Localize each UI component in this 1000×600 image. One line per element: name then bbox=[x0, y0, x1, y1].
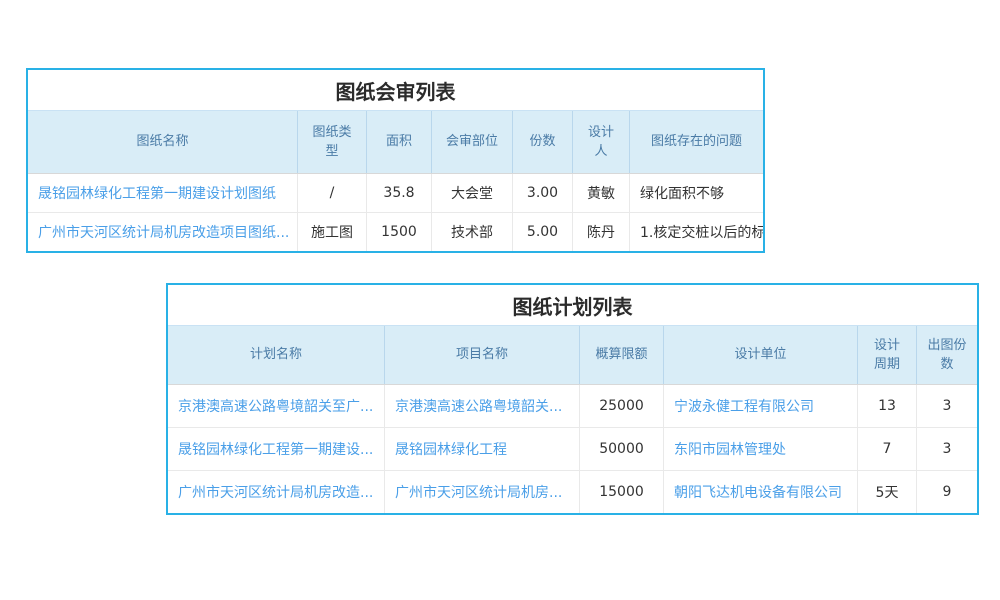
cell-copies: 5.00 bbox=[513, 213, 573, 251]
drawing-plan-table: 图纸计划列表 计划名称 项目名称 概算限额 设计单位 设计周期 出图份数 京港澳… bbox=[166, 283, 979, 515]
table-row: 晟铭园林绿化工程第一期建设计划图纸 / 35.8 大会堂 3.00 黄敏 绿化面… bbox=[28, 174, 763, 213]
drawing-review-title: 图纸会审列表 bbox=[28, 70, 763, 111]
cell-output-copies: 3 bbox=[917, 385, 977, 427]
cell-area: 35.8 bbox=[367, 174, 432, 212]
column-header-designer: 设计人 bbox=[573, 111, 630, 173]
drawing-review-table: 图纸会审列表 图纸名称 图纸类型 面积 会审部位 份数 设计人 图纸存在的问题 … bbox=[26, 68, 765, 253]
cell-copies: 3.00 bbox=[513, 174, 573, 212]
cell-design-cycle: 7 bbox=[858, 428, 917, 470]
drawing-name-link[interactable]: 广州市天河区统计局机房改造项目图纸... bbox=[28, 213, 298, 251]
cell-design-cycle: 13 bbox=[858, 385, 917, 427]
project-name-link[interactable]: 京港澳高速公路粤境韶关... bbox=[385, 385, 580, 427]
cell-design-cycle: 5天 bbox=[858, 471, 917, 513]
cell-review-location: 技术部 bbox=[432, 213, 513, 251]
drawing-plan-header-row: 计划名称 项目名称 概算限额 设计单位 设计周期 出图份数 bbox=[168, 326, 977, 385]
cell-drawing-type: / bbox=[298, 174, 367, 212]
column-header-drawing-name: 图纸名称 bbox=[28, 111, 298, 173]
column-header-drawing-type: 图纸类型 bbox=[298, 111, 367, 173]
cell-review-location: 大会堂 bbox=[432, 174, 513, 212]
plan-name-link[interactable]: 京港澳高速公路粤境韶关至广... bbox=[168, 385, 385, 427]
cell-budget-limit: 25000 bbox=[580, 385, 664, 427]
cell-designer: 陈丹 bbox=[573, 213, 630, 251]
design-unit-link[interactable]: 宁波永健工程有限公司 bbox=[664, 385, 858, 427]
column-header-area: 面积 bbox=[367, 111, 432, 173]
design-unit-link[interactable]: 东阳市园林管理处 bbox=[664, 428, 858, 470]
column-header-output-copies: 出图份数 bbox=[917, 326, 977, 384]
cell-budget-limit: 15000 bbox=[580, 471, 664, 513]
project-name-link[interactable]: 广州市天河区统计局机房... bbox=[385, 471, 580, 513]
design-unit-link[interactable]: 朝阳飞达机电设备有限公司 bbox=[664, 471, 858, 513]
column-header-review-location: 会审部位 bbox=[432, 111, 513, 173]
column-header-project-name: 项目名称 bbox=[385, 326, 580, 384]
cell-designer: 黄敏 bbox=[573, 174, 630, 212]
table-row: 晟铭园林绿化工程第一期建设... 晟铭园林绿化工程 50000 东阳市园林管理处… bbox=[168, 428, 977, 471]
table-row: 京港澳高速公路粤境韶关至广... 京港澳高速公路粤境韶关... 25000 宁波… bbox=[168, 385, 977, 428]
column-header-plan-name: 计划名称 bbox=[168, 326, 385, 384]
cell-drawing-issues: 绿化面积不够 bbox=[630, 174, 763, 212]
cell-budget-limit: 50000 bbox=[580, 428, 664, 470]
plan-name-link[interactable]: 广州市天河区统计局机房改造... bbox=[168, 471, 385, 513]
cell-area: 1500 bbox=[367, 213, 432, 251]
cell-drawing-type: 施工图 bbox=[298, 213, 367, 251]
cell-output-copies: 3 bbox=[917, 428, 977, 470]
drawing-plan-title: 图纸计划列表 bbox=[168, 285, 977, 326]
cell-output-copies: 9 bbox=[917, 471, 977, 513]
drawing-review-header-row: 图纸名称 图纸类型 面积 会审部位 份数 设计人 图纸存在的问题 bbox=[28, 111, 763, 174]
table-row: 广州市天河区统计局机房改造项目图纸... 施工图 1500 技术部 5.00 陈… bbox=[28, 213, 763, 251]
column-header-drawing-issues: 图纸存在的问题 bbox=[630, 111, 763, 173]
column-header-design-cycle: 设计周期 bbox=[858, 326, 917, 384]
column-header-copies: 份数 bbox=[513, 111, 573, 173]
project-name-link[interactable]: 晟铭园林绿化工程 bbox=[385, 428, 580, 470]
drawing-name-link[interactable]: 晟铭园林绿化工程第一期建设计划图纸 bbox=[28, 174, 298, 212]
column-header-design-unit: 设计单位 bbox=[664, 326, 858, 384]
plan-name-link[interactable]: 晟铭园林绿化工程第一期建设... bbox=[168, 428, 385, 470]
table-row: 广州市天河区统计局机房改造... 广州市天河区统计局机房... 15000 朝阳… bbox=[168, 471, 977, 513]
cell-drawing-issues: 1.核定交桩以后的标... bbox=[630, 213, 763, 251]
column-header-budget-limit: 概算限额 bbox=[580, 326, 664, 384]
